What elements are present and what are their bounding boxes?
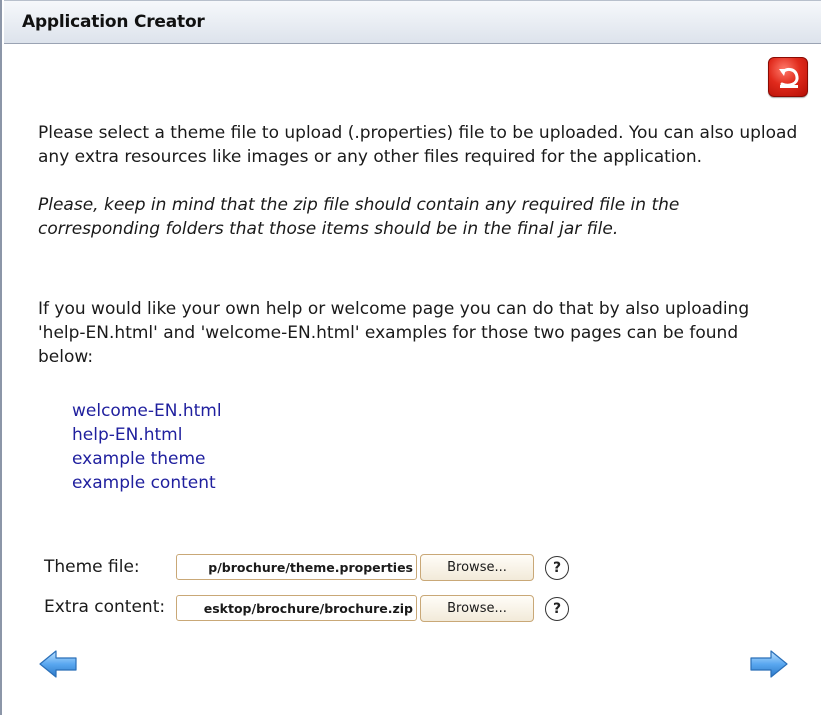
- extra-browse-button[interactable]: Browse...: [420, 595, 534, 622]
- arrow-left-icon: [39, 650, 77, 678]
- back-button[interactable]: [38, 649, 78, 683]
- extra-help-icon[interactable]: ?: [545, 597, 569, 621]
- application-creator-window: Application Creator Please select a them…: [0, 0, 821, 715]
- theme-help-icon[interactable]: ?: [545, 556, 569, 580]
- next-button[interactable]: [749, 649, 789, 683]
- link-example-theme[interactable]: example theme: [72, 447, 222, 471]
- theme-file-value: p/brochure/theme.properties: [208, 559, 413, 575]
- link-example-content[interactable]: example content: [72, 471, 222, 495]
- theme-file-input[interactable]: p/brochure/theme.properties: [176, 554, 417, 580]
- arrow-right-icon: [750, 650, 788, 678]
- zip-note-paragraph: Please, keep in mind that the zip file s…: [38, 195, 680, 239]
- link-help-en[interactable]: help-EN.html: [72, 423, 222, 447]
- theme-browse-button[interactable]: Browse...: [420, 554, 534, 581]
- extra-content-value: esktop/brochure/brochure.zip: [203, 600, 413, 616]
- help-page-paragraph: If you would like your own help or welco…: [38, 299, 750, 367]
- extra-content-input[interactable]: esktop/brochure/brochure.zip: [176, 595, 417, 621]
- example-links: welcome-EN.html help-EN.html example the…: [72, 399, 222, 495]
- content-area: Please select a theme file to upload (.p…: [2, 0, 821, 715]
- extra-content-label: Extra content:: [44, 597, 166, 617]
- theme-file-label: Theme file:: [44, 557, 140, 577]
- link-welcome-en[interactable]: welcome-EN.html: [72, 399, 222, 423]
- instructions-paragraph: Please select a theme file to upload (.p…: [38, 123, 798, 167]
